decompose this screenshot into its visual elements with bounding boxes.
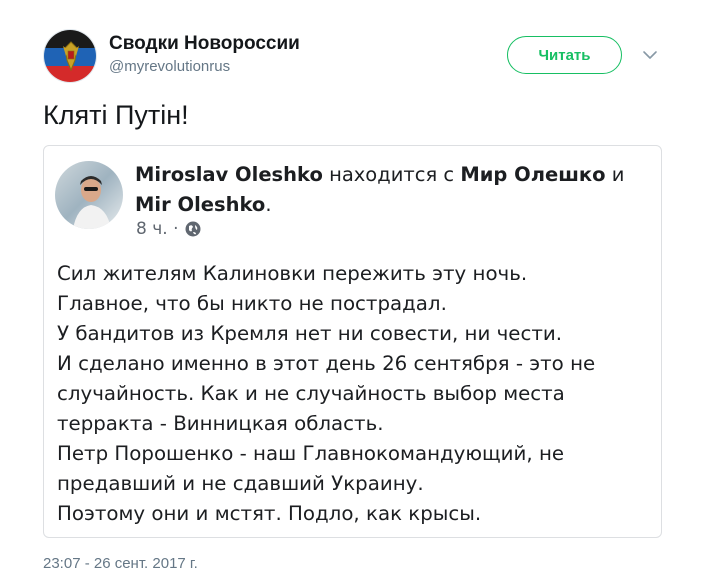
post-meta: 8 ч. ·	[136, 219, 202, 239]
tweet-timestamp[interactable]: 23:07 - 26 сент. 2017 г.	[43, 555, 198, 572]
follow-button[interactable]: Читать	[507, 36, 622, 74]
globe-icon	[185, 221, 201, 237]
person-photo-icon	[55, 161, 123, 229]
tagged-person-2: Mir Oleshko	[135, 193, 266, 216]
tagged-person-1: Мир Олешко	[460, 163, 606, 186]
chevron-down-icon[interactable]	[640, 47, 660, 63]
post-line: Сил жителям Калиновки пережить эту ночь.	[57, 262, 528, 285]
tweet: Сводки Новороссии @myrevolutionrus Читат…	[0, 0, 703, 585]
post-line: Главное, что бы никто не пострадал.	[57, 292, 447, 315]
tweet-text: Кляті Путін!	[43, 100, 189, 130]
post-author-name: Miroslav Oleshko	[135, 163, 323, 186]
post-line: случайность. Как и не случайность выбор …	[57, 382, 565, 405]
post-time: 8 ч. ·	[136, 219, 179, 239]
post-line: Петр Порошенко - наш Главнокомандующий, …	[57, 442, 565, 465]
with-text: находится с	[322, 163, 461, 186]
period: .	[265, 193, 272, 216]
post-line: Поэтому они и мстят. Подло, как крысы.	[57, 502, 482, 525]
post-line: И сделано именно в этот день 26 сентября…	[57, 352, 596, 375]
flag-emblem-icon	[44, 30, 96, 82]
post-header: Miroslav Oleshko находится с Мир Олешко …	[135, 160, 655, 220]
post-line: терракта - Винницкая область.	[57, 412, 384, 435]
and-text: и	[605, 163, 625, 186]
post-body: Сил жителям Калиновки пережить эту ночь.…	[57, 259, 657, 529]
post-author-avatar	[55, 161, 123, 229]
post-line: предавший и не сдавший Украину.	[57, 472, 424, 495]
author-handle[interactable]: @myrevolutionrus	[109, 58, 230, 75]
author-avatar[interactable]	[43, 29, 97, 83]
embedded-image-post[interactable]: Miroslav Oleshko находится с Мир Олешко …	[43, 145, 662, 538]
author-name[interactable]: Сводки Новороссии	[109, 33, 300, 55]
post-line: У бандитов из Кремля нет ни совести, ни …	[57, 322, 562, 345]
